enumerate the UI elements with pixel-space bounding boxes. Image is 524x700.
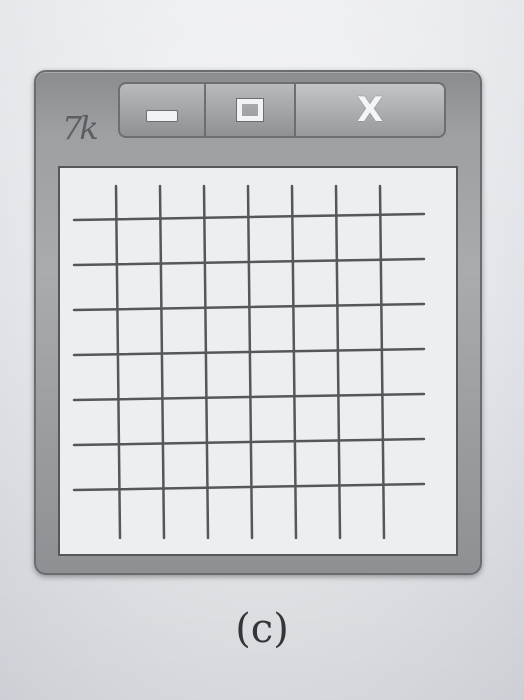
grid-canvas bbox=[72, 184, 426, 540]
grid-horizontal-line bbox=[72, 437, 426, 447]
minimize-button[interactable] bbox=[118, 82, 206, 138]
grid-vertical-line bbox=[202, 184, 210, 540]
grid-horizontal-line bbox=[72, 482, 426, 492]
canvas-area[interactable] bbox=[58, 166, 458, 556]
grid-horizontal-line bbox=[72, 392, 426, 402]
grid-vertical-line bbox=[246, 184, 254, 540]
grid-vertical-line bbox=[158, 184, 166, 540]
minimize-icon bbox=[146, 110, 178, 122]
title-bar[interactable]: 7k X bbox=[36, 72, 480, 156]
maximize-button[interactable] bbox=[206, 82, 296, 138]
close-button[interactable]: X bbox=[296, 82, 446, 138]
grid-vertical-line bbox=[114, 184, 122, 540]
tk-app-icon: 7k bbox=[62, 109, 99, 147]
tk-window: 7k X bbox=[34, 70, 482, 575]
maximize-icon bbox=[236, 98, 264, 122]
figure-caption: (c) bbox=[235, 606, 289, 652]
close-icon: X bbox=[356, 90, 384, 130]
